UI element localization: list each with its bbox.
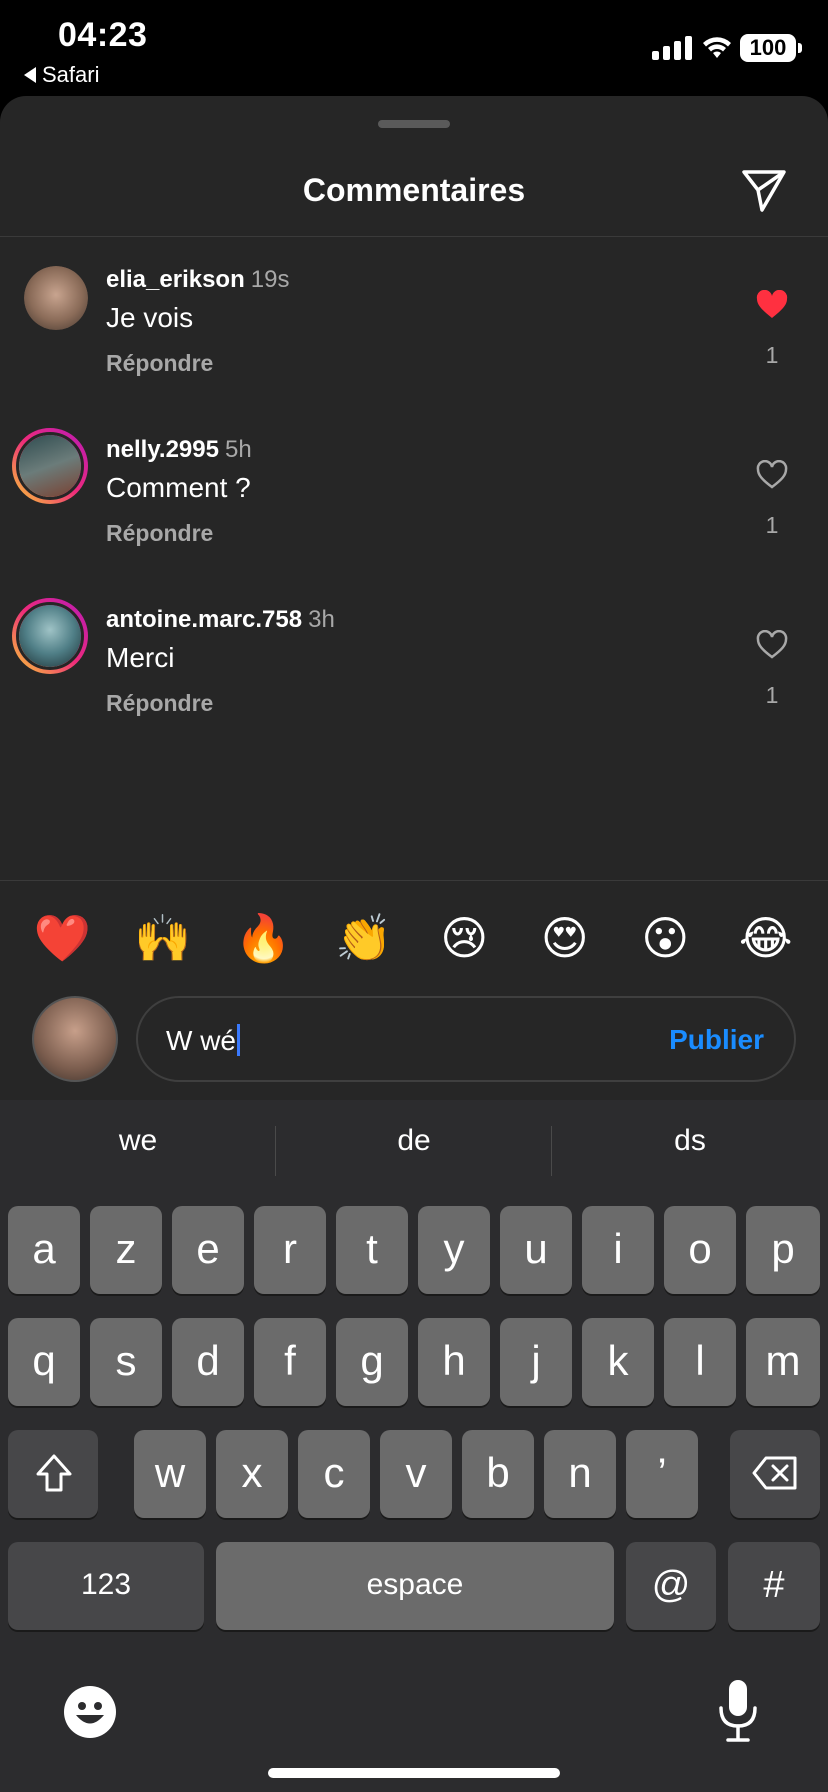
key-g[interactable]: g <box>336 1318 408 1406</box>
suggestion-2[interactable]: de <box>276 1124 552 1158</box>
username-text[interactable]: antoine.marc.758 <box>106 606 302 633</box>
reply-button[interactable]: Répondre <box>106 520 213 547</box>
comment-input[interactable]: W wé Publier <box>136 996 796 1082</box>
key-m[interactable]: m <box>746 1318 820 1406</box>
key-f[interactable]: f <box>254 1318 326 1406</box>
sheet-grabber[interactable] <box>378 120 450 128</box>
status-bar: 04:23 Safari 100 <box>0 0 828 96</box>
key-u[interactable]: u <box>500 1206 572 1294</box>
reaction-raised-hands[interactable]: 🙌 <box>128 908 198 968</box>
quick-reactions-bar: ❤️ 🙌 🔥 👏 😢 😍 😮 😂 <box>0 908 828 968</box>
avatar[interactable] <box>12 598 88 674</box>
comment-input-value[interactable]: W wé <box>166 1024 240 1057</box>
comment-text: Comment ? <box>106 472 251 503</box>
back-app-label: Safari <box>42 62 100 87</box>
key-n[interactable]: n <box>544 1430 616 1518</box>
heart-filled-icon[interactable] <box>756 290 788 320</box>
key-p[interactable]: p <box>746 1206 820 1294</box>
comment-username[interactable]: elia_erikson 19s <box>106 266 289 294</box>
publish-button[interactable]: Publier <box>669 1024 764 1056</box>
delete-key[interactable] <box>730 1430 820 1518</box>
hash-key[interactable]: # <box>728 1542 820 1630</box>
suggestion-3[interactable]: ds <box>552 1124 828 1158</box>
home-indicator[interactable] <box>268 1768 560 1778</box>
key-a[interactable]: a <box>8 1206 80 1294</box>
avatar[interactable] <box>12 428 88 504</box>
reply-button[interactable]: Répondre <box>106 690 213 717</box>
key-o[interactable]: o <box>664 1206 736 1294</box>
key-j[interactable]: j <box>500 1318 572 1406</box>
backspace-icon <box>752 1456 797 1490</box>
key-b[interactable]: b <box>462 1430 534 1518</box>
comment-username[interactable]: antoine.marc.758 3h <box>106 606 335 634</box>
keyboard: we de ds a z e r t y u i o p q s d f g h… <box>0 1100 828 1792</box>
key-c[interactable]: c <box>298 1430 370 1518</box>
suggestion-1[interactable]: we <box>0 1124 276 1158</box>
key-apostrophe[interactable]: ’ <box>626 1430 698 1518</box>
autocorrect-bar: we de ds <box>0 1100 828 1196</box>
text-caret <box>237 1024 240 1056</box>
reaction-clap[interactable]: 👏 <box>329 908 399 968</box>
key-d[interactable]: d <box>172 1318 244 1406</box>
heart-outline-icon[interactable] <box>756 630 788 660</box>
like-count: 1 <box>765 682 779 708</box>
comment-item: nelly.2995 5h Comment ? Répondre 1 <box>0 428 828 586</box>
key-z[interactable]: z <box>90 1206 162 1294</box>
reaction-heart-eyes[interactable]: 😍 <box>530 908 600 968</box>
username-text[interactable]: nelly.2995 <box>106 436 219 463</box>
comment-text: Je vois <box>106 302 194 333</box>
microphone-icon[interactable] <box>716 1678 760 1744</box>
key-y[interactable]: y <box>418 1206 490 1294</box>
back-arrow-icon <box>24 67 36 83</box>
space-key[interactable]: espace <box>216 1542 614 1630</box>
key-r[interactable]: r <box>254 1206 326 1294</box>
sheet-title: Commentaires <box>302 172 526 208</box>
key-i[interactable]: i <box>582 1206 654 1294</box>
like-count: 1 <box>765 512 779 538</box>
key-h[interactable]: h <box>418 1318 490 1406</box>
comment-username[interactable]: nelly.2995 5h <box>106 436 252 464</box>
reaction-surprised[interactable]: 😮 <box>630 908 700 968</box>
cellular-signal-icon <box>652 34 692 60</box>
reply-button[interactable]: Répondre <box>106 350 213 377</box>
status-time: 04:23 <box>58 16 148 54</box>
comment-item: antoine.marc.758 3h Merci Répondre 1 <box>0 598 828 756</box>
key-w[interactable]: w <box>134 1430 206 1518</box>
comment-time: 3h <box>308 606 335 633</box>
numbers-key[interactable]: 123 <box>8 1542 204 1630</box>
reactions-divider <box>0 880 828 881</box>
reaction-heart[interactable]: ❤️ <box>27 908 97 968</box>
key-x[interactable]: x <box>216 1430 288 1518</box>
key-t[interactable]: t <box>336 1206 408 1294</box>
reaction-crying[interactable]: 😢 <box>429 908 499 968</box>
like-count: 1 <box>765 342 779 368</box>
key-s[interactable]: s <box>90 1318 162 1406</box>
comment-time: 19s <box>250 266 290 293</box>
shift-key[interactable] <box>8 1430 98 1518</box>
shift-arrow-icon <box>36 1454 72 1492</box>
wifi-icon <box>703 37 731 58</box>
key-v[interactable]: v <box>380 1430 452 1518</box>
at-key[interactable]: @ <box>626 1542 716 1630</box>
share-send-icon[interactable] <box>738 166 790 214</box>
comments-sheet: Commentaires elia_erikson 19s Je vois Rép… <box>0 96 828 1100</box>
battery-indicator: 100 <box>740 34 802 62</box>
reaction-fire[interactable]: 🔥 <box>228 908 298 968</box>
emoji-keyboard-icon[interactable] <box>62 1684 118 1740</box>
key-k[interactable]: k <box>582 1318 654 1406</box>
key-l[interactable]: l <box>664 1318 736 1406</box>
comment-time: 5h <box>224 436 252 463</box>
comment-text: Merci <box>106 642 175 673</box>
header-divider <box>0 236 828 237</box>
reaction-laughing[interactable]: 😂 <box>731 908 801 968</box>
key-q[interactable]: q <box>8 1318 80 1406</box>
comment-item: elia_erikson 19s Je vois Répondre 1 <box>0 266 828 416</box>
current-user-avatar <box>32 996 118 1082</box>
back-to-app-link[interactable]: Safari <box>24 62 99 88</box>
avatar[interactable] <box>24 266 88 330</box>
heart-outline-icon[interactable] <box>756 460 788 490</box>
key-e[interactable]: e <box>172 1206 244 1294</box>
username-text[interactable]: elia_erikson <box>106 266 245 293</box>
